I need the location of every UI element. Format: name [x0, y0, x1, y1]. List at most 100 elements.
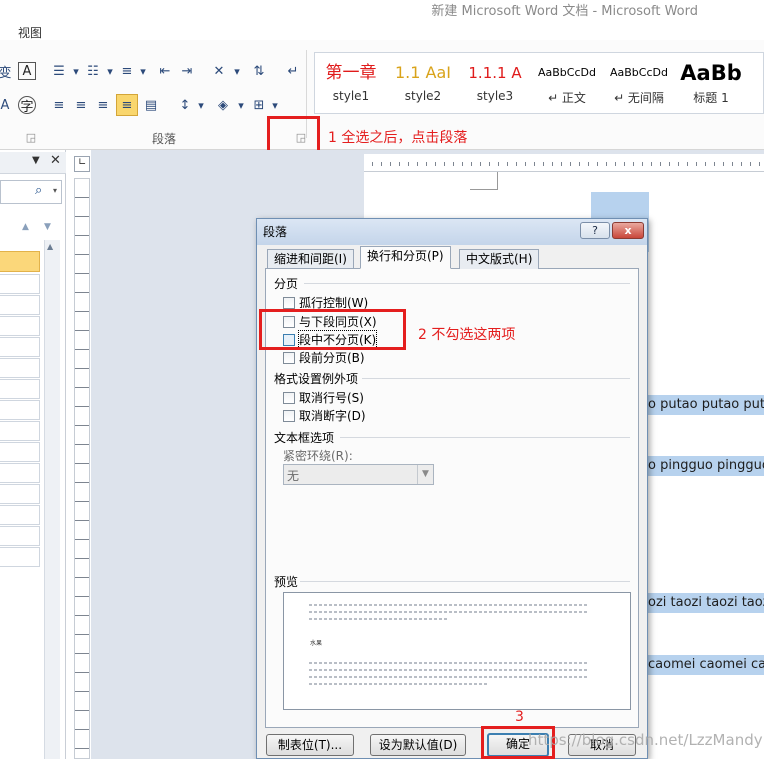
align-center-icon[interactable]: ≡	[72, 96, 90, 114]
watermark: https://blog.csdn.net/LzzMandy	[528, 731, 763, 749]
document-text-line[interactable]: o putao putao puta	[648, 395, 764, 415]
help-button[interactable]: ?	[580, 222, 610, 239]
sort-icon[interactable]: ⇅	[250, 62, 268, 80]
nav-heading-item[interactable]	[0, 484, 40, 504]
bullets-dropdown-icon[interactable]: ▾	[67, 62, 85, 80]
style-item-heading1[interactable]: AaBb 标题 1	[675, 57, 747, 111]
nav-heading-item[interactable]	[0, 442, 40, 462]
style-item-normal[interactable]: AaBbCcDd ↵ 正文	[531, 57, 603, 111]
nav-heading-item[interactable]	[0, 421, 40, 441]
dont-hyphenate-option[interactable]: 取消断字(D)	[283, 407, 366, 424]
navigation-search-input[interactable]: ⌕ ▾	[0, 180, 62, 204]
align-left-icon[interactable]: ≡	[50, 96, 68, 114]
pagination-group-label: 分页	[274, 277, 299, 291]
style-preview: AaBbCcDd	[538, 66, 596, 79]
preview-prev-paragraph-line	[309, 618, 449, 620]
chinese-layout-dropdown-icon[interactable]: ▾	[228, 62, 246, 80]
multilevel-dropdown-icon[interactable]: ▾	[134, 62, 152, 80]
tab-asian-typography[interactable]: 中文版式(H)	[459, 249, 540, 269]
nav-heading-item[interactable]	[0, 358, 40, 378]
show-marks-icon[interactable]: ↵	[284, 62, 302, 80]
nav-heading-item[interactable]	[0, 526, 40, 546]
checkbox[interactable]	[283, 296, 295, 309]
preview-next-paragraph-line	[309, 669, 589, 671]
menu-tab-view[interactable]: 视图	[18, 24, 42, 41]
increase-indent-icon[interactable]: ⇥	[178, 62, 196, 80]
style-name: 标题 1	[693, 91, 729, 105]
tabs-button[interactable]: 制表位(T)...	[266, 734, 354, 756]
annotation-box-step2	[259, 309, 406, 350]
tight-wrap-label: 紧密环绕(R):	[283, 449, 353, 463]
annotation-step2: 2 不勾选这两项	[418, 327, 516, 343]
style-preview: AaBbCcDd	[610, 66, 668, 79]
navigation-scrollbar[interactable]: ▲	[44, 240, 60, 759]
numbering-icon[interactable]: ☷	[84, 62, 102, 80]
tab-selector[interactable]: ∟	[74, 156, 90, 172]
shading-icon[interactable]: ◈	[214, 96, 232, 114]
search-icon[interactable]: ⌕	[35, 183, 42, 198]
style-item-style1[interactable]: 第一章 style1	[315, 57, 387, 111]
pane-close-icon[interactable]: ✕	[50, 153, 61, 168]
chinese-layout-icon[interactable]: ✕	[210, 62, 228, 80]
nav-heading-item[interactable]	[0, 547, 40, 567]
chevron-down-icon[interactable]: ▼	[417, 465, 433, 484]
bullets-icon[interactable]: ☰	[50, 62, 68, 80]
nav-up-icon[interactable]: ▲	[22, 222, 29, 232]
font-launcher-icon[interactable]: ◲	[22, 128, 40, 146]
change-case-icon[interactable]: 变	[0, 62, 14, 81]
group-divider	[300, 581, 630, 582]
shading-dropdown-icon[interactable]: ▾	[232, 96, 250, 114]
distributed-icon[interactable]: ▤	[142, 96, 160, 114]
highlight-icon[interactable]: A	[0, 96, 14, 114]
nav-heading-item[interactable]	[0, 505, 40, 525]
tab-line-page-breaks[interactable]: 换行和分页(P)	[360, 246, 451, 269]
annotation-box-step1	[267, 116, 320, 153]
style-preview: 第一章	[325, 63, 377, 83]
group-divider	[362, 378, 630, 379]
styles-gallery: 第一章 style1 1.1 AaI style2 1.1.1 A style3…	[314, 52, 764, 114]
group-divider	[340, 437, 630, 438]
nav-heading-item-selected[interactable]	[0, 251, 40, 272]
nav-heading-item[interactable]	[0, 463, 40, 483]
document-text-line[interactable]: ozi taozi taozi taozi	[648, 593, 764, 613]
page-break-before-option[interactable]: 段前分页(B)	[283, 349, 365, 366]
numbering-dropdown-icon[interactable]: ▾	[101, 62, 119, 80]
nav-down-icon[interactable]: ▼	[44, 222, 51, 232]
checkbox-label: 取消行号(S)	[299, 391, 364, 405]
horizontal-ruler[interactable]	[364, 154, 764, 172]
suppress-line-numbers-option[interactable]: 取消行号(S)	[283, 389, 364, 406]
style-item-style2[interactable]: 1.1 AaI style2	[387, 57, 459, 111]
nav-heading-item[interactable]	[0, 295, 40, 315]
search-dropdown-icon[interactable]: ▾	[53, 186, 57, 195]
style-item-no-spacing[interactable]: AaBbCcDd ↵ 无间隔	[603, 57, 675, 111]
nav-heading-item[interactable]	[0, 274, 40, 294]
nav-heading-item[interactable]	[0, 337, 40, 357]
borders-dropdown-icon[interactable]: ▾	[266, 96, 284, 114]
document-text-line[interactable]: caomei caomei cao	[648, 655, 764, 675]
scroll-up-icon[interactable]: ▲	[47, 242, 53, 251]
close-button[interactable]: x	[612, 222, 644, 239]
character-border-icon[interactable]: A	[18, 62, 36, 80]
nav-heading-item[interactable]	[0, 379, 40, 399]
nav-heading-item[interactable]	[0, 400, 40, 420]
set-default-button[interactable]: 设为默认值(D)	[370, 734, 466, 756]
style-item-style3[interactable]: 1.1.1 A style3	[459, 57, 531, 111]
style-name: ↵ 正文	[548, 91, 586, 105]
pane-menu-icon[interactable]: ▼	[32, 155, 40, 166]
preview-next-paragraph-line	[309, 676, 589, 678]
enclose-character-icon[interactable]: 字	[18, 96, 36, 115]
decrease-indent-icon[interactable]: ⇤	[156, 62, 174, 80]
checkbox[interactable]	[283, 351, 295, 364]
vertical-ruler[interactable]	[74, 178, 90, 759]
checkbox[interactable]	[283, 391, 295, 404]
preview-box	[283, 592, 631, 710]
tight-wrap-select[interactable]	[283, 464, 434, 485]
tab-indents-spacing[interactable]: 缩进和间距(I)	[267, 249, 354, 269]
justify-icon[interactable]: ≡	[116, 94, 138, 116]
line-spacing-dropdown-icon[interactable]: ▾	[192, 96, 210, 114]
align-right-icon[interactable]: ≡	[94, 96, 112, 114]
checkbox[interactable]	[283, 409, 295, 422]
nav-heading-item[interactable]	[0, 316, 40, 336]
style-preview: AaBb	[680, 61, 742, 85]
document-text-line[interactable]: o pingguo pingguo	[648, 456, 764, 476]
